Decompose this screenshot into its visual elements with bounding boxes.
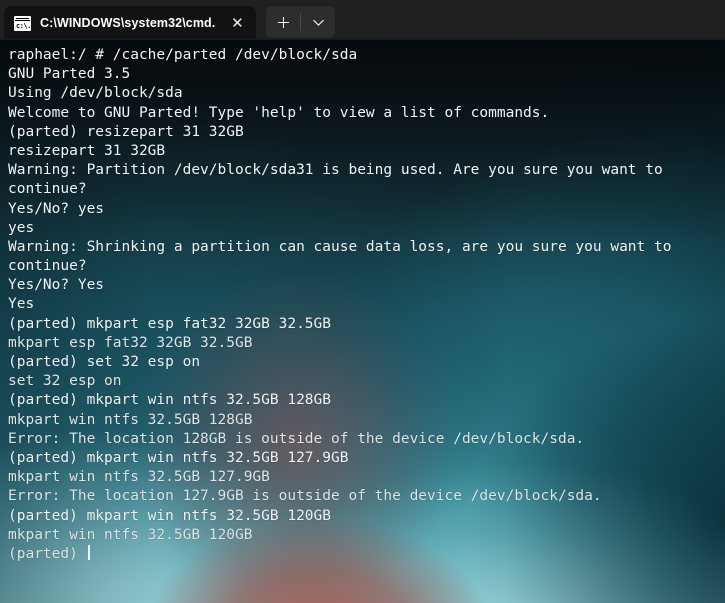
terminal-line: continue?: [8, 257, 725, 276]
terminal-line-text: Warning: Shrinking a partition can cause…: [8, 238, 672, 255]
terminal-viewport[interactable]: raphael:/ # /cache/parted /dev/block/sda…: [0, 40, 725, 603]
terminal-line: yes: [8, 219, 725, 238]
tab-dropdown-button[interactable]: [301, 6, 335, 38]
terminal-line: Welcome to GNU Parted! Type 'help' to vi…: [8, 104, 725, 123]
terminal-line: Warning: Shrinking a partition can cause…: [8, 238, 725, 257]
terminal-line: continue?: [8, 180, 725, 199]
terminal-tab-cmd[interactable]: c:\. C:\WINDOWS\system32\cmd. ✕: [4, 6, 257, 40]
terminal-line-text: GNU Parted 3.5: [8, 66, 131, 83]
terminal-line: Yes: [8, 295, 725, 314]
terminal-line-text: (parted): [8, 545, 87, 562]
terminal-line-text: Error: The location 128GB is outside of …: [8, 430, 585, 447]
terminal-line-text: Error: The location 127.9GB is outside o…: [8, 488, 602, 505]
new-tab-button[interactable]: [266, 6, 300, 38]
cmd-console-icon: c:\.: [14, 15, 31, 31]
terminal-line: mkpart win ntfs 32.5GB 127.9GB: [8, 468, 725, 487]
terminal-line-text: set 32 esp on: [8, 373, 122, 390]
terminal-line: (parted) mkpart win ntfs 32.5GB 120GB: [8, 507, 725, 526]
close-icon[interactable]: ✕: [224, 10, 250, 36]
terminal-line-text: Yes/No? Yes: [8, 277, 105, 294]
terminal-line: Error: The location 128GB is outside of …: [8, 430, 725, 449]
terminal-line-text: (parted) mkpart win ntfs 32.5GB 120GB: [8, 507, 332, 524]
text-cursor: [87, 544, 90, 560]
terminal-line-text: mkpart win ntfs 32.5GB 127.9GB: [8, 469, 270, 486]
terminal-line: (parted) resizepart 31 32GB: [8, 123, 725, 142]
plus-icon: [277, 16, 289, 28]
terminal-line-text: (parted) set 32 esp on: [8, 354, 201, 370]
terminal-line: Yes/No? yes: [8, 200, 725, 219]
terminal-line-text: Yes/No? yes: [8, 200, 105, 217]
terminal-line-text: continue?: [8, 258, 87, 275]
terminal-line: (parted) mkpart esp fat32 32GB 32.5GB: [8, 315, 725, 334]
terminal-line-text: Yes: [8, 296, 35, 313]
tab-title: C:\WINDOWS\system32\cmd.: [40, 16, 216, 30]
terminal-line: mkpart win ntfs 32.5GB 128GB: [8, 411, 725, 430]
terminal-line-text: (parted) mkpart win ntfs 32.5GB 127.9GB: [8, 449, 349, 466]
terminal-line: Error: The location 127.9GB is outside o…: [8, 487, 725, 506]
terminal-line: resizepart 31 32GB: [8, 142, 725, 161]
titlebar: c:\. C:\WINDOWS\system32\cmd. ✕: [0, 0, 725, 40]
terminal-line: (parted) set 32 esp on: [8, 353, 725, 372]
terminal-line-text: (parted) resizepart 31 32GB: [8, 123, 244, 140]
terminal-line-text: Welcome to GNU Parted! Type 'help' to vi…: [8, 104, 550, 121]
terminal-line-text: mkpart esp fat32 32GB 32.5GB: [8, 334, 253, 351]
terminal-line: Using /dev/block/sda: [8, 84, 725, 103]
terminal-line-text: continue?: [8, 181, 87, 198]
terminal-window: c:\. C:\WINDOWS\system32\cmd. ✕ raphael:…: [0, 0, 725, 603]
chevron-down-icon: [312, 19, 324, 26]
terminal-line-text: (parted) mkpart esp fat32 32GB 32.5GB: [8, 315, 332, 332]
tabbar-actions: [266, 6, 336, 38]
terminal-line: mkpart win ntfs 32.5GB 120GB: [8, 526, 725, 545]
terminal-line-text: mkpart win ntfs 32.5GB 120GB: [8, 526, 253, 543]
terminal-line: mkpart esp fat32 32GB 32.5GB: [8, 334, 725, 353]
terminal-line: GNU Parted 3.5: [8, 65, 725, 84]
terminal-line: set 32 esp on: [8, 372, 725, 391]
terminal-line-text: resizepart 31 32GB: [8, 142, 166, 159]
terminal-line-text: (parted) mkpart win ntfs 32.5GB 128GB: [8, 392, 332, 409]
terminal-line: Yes/No? Yes: [8, 276, 725, 295]
terminal-line: (parted) mkpart win ntfs 32.5GB 128GB: [8, 391, 725, 410]
terminal-line: (parted) mkpart win ntfs 32.5GB 127.9GB: [8, 449, 725, 468]
terminal-line: (parted): [8, 544, 725, 564]
terminal-line: raphael:/ # /cache/parted /dev/block/sda: [8, 46, 725, 65]
terminal-line-text: mkpart win ntfs 32.5GB 128GB: [8, 411, 253, 428]
terminal-line-text: Using /dev/block/sda: [8, 85, 183, 102]
terminal-line: Warning: Partition /dev/block/sda31 is b…: [8, 161, 725, 180]
terminal-line-text: yes: [8, 219, 35, 236]
terminal-line-text: Warning: Partition /dev/block/sda31 is b…: [8, 162, 663, 179]
terminal-line-text: raphael:/ # /cache/parted /dev/block/sda: [8, 47, 358, 63]
terminal-output[interactable]: raphael:/ # /cache/parted /dev/block/sda…: [0, 40, 725, 603]
